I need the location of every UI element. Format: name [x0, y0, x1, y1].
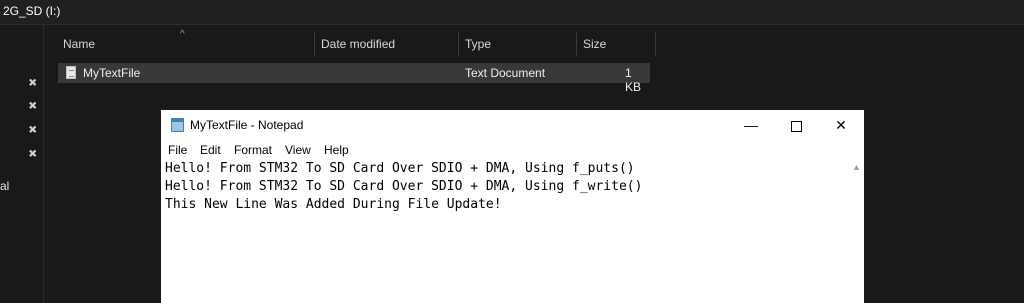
text-line: Hello! From STM32 To SD Card Over SDIO +…: [165, 161, 635, 176]
file-name: MyTextFile: [83, 66, 141, 80]
menu-help[interactable]: Help: [324, 143, 349, 157]
explorer-title-bar: 2G_SD (I:): [0, 0, 1024, 24]
window-title: MyTextFile - Notepad: [190, 118, 304, 132]
nav-item-label[interactable]: al: [0, 179, 9, 193]
column-divider[interactable]: [576, 32, 577, 56]
pin-icon[interactable]: ✚: [24, 146, 41, 163]
file-size: 1 KB: [625, 66, 642, 94]
column-header-date[interactable]: Date modified: [321, 32, 395, 56]
notepad-title-bar[interactable]: MyTextFile - Notepad — ✕: [161, 110, 864, 140]
minimize-button[interactable]: —: [728, 114, 774, 136]
maximize-button[interactable]: [773, 114, 819, 136]
title-divider: [0, 24, 1024, 25]
pin-icon[interactable]: ✚: [24, 75, 41, 92]
column-header-size[interactable]: Size: [583, 32, 606, 56]
menu-view[interactable]: View: [285, 143, 311, 157]
notepad-icon: [171, 118, 184, 132]
notepad-window: MyTextFile - Notepad — ✕ File Edit Forma…: [161, 110, 864, 303]
menu-bar: File Edit Format View Help: [161, 140, 864, 159]
column-header-name[interactable]: Name: [63, 32, 95, 56]
file-row[interactable]: MyTextFile Text Document 1 KB: [58, 63, 650, 94]
maximize-icon: [790, 120, 802, 132]
menu-file[interactable]: File: [168, 143, 187, 157]
vertical-scrollbar[interactable]: ▲: [849, 159, 864, 303]
minimize-icon: —: [744, 117, 758, 133]
column-divider[interactable]: [655, 32, 656, 56]
column-header-type[interactable]: Type: [465, 32, 491, 56]
pin-icon[interactable]: ✚: [24, 98, 41, 115]
column-divider[interactable]: [458, 32, 459, 56]
document-icon: [66, 66, 76, 79]
menu-edit[interactable]: Edit: [200, 143, 221, 157]
text-line: This New Line Was Added During File Upda…: [165, 197, 502, 212]
text-line: Hello! From STM32 To SD Card Over SDIO +…: [165, 179, 643, 194]
menu-format[interactable]: Format: [234, 143, 272, 157]
navigation-pane[interactable]: ✚ ✚ ✚ ✚: [0, 25, 44, 303]
close-icon: ✕: [835, 117, 847, 133]
pin-icon[interactable]: ✚: [24, 122, 41, 139]
drive-title: 2G_SD (I:): [3, 4, 61, 18]
column-divider[interactable]: [314, 32, 315, 56]
close-button[interactable]: ✕: [818, 114, 864, 136]
text-editor[interactable]: Hello! From STM32 To SD Card Over SDIO +…: [161, 159, 849, 303]
scroll-up-icon[interactable]: ▲: [852, 162, 861, 172]
file-type: Text Document: [465, 66, 546, 80]
sort-up-icon: ^: [180, 29, 185, 40]
